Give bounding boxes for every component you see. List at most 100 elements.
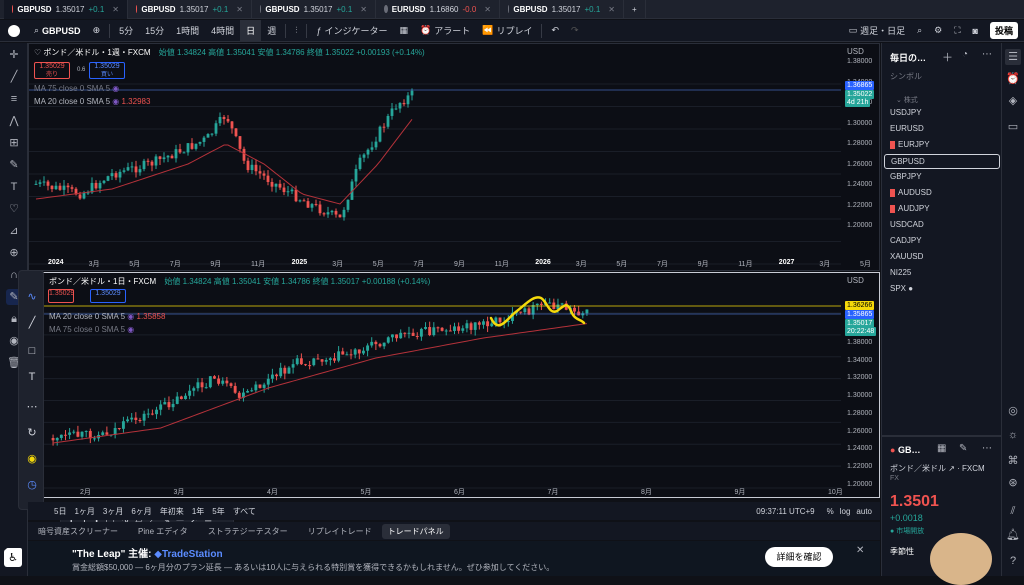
user-avatar[interactable] [0, 20, 28, 42]
buy-button-daily[interactable]: 1.35029 [90, 289, 126, 303]
fib-icon[interactable]: ≡ [6, 91, 22, 107]
new-tab-button[interactable]: + [624, 0, 646, 19]
interval-button[interactable]: 週 [261, 20, 282, 42]
alert-icon[interactable]: ⏰ [1005, 71, 1021, 87]
watchlist-item[interactable]: AUDUSD [890, 188, 932, 197]
range-button[interactable]: 年初来 [160, 506, 184, 517]
redo-button[interactable]: ↷ [565, 20, 585, 42]
watchlist-item[interactable]: CADJPY [890, 236, 922, 245]
watchlist-icon[interactable]: ☰ [1005, 49, 1021, 65]
close-icon[interactable]: ✕ [608, 5, 615, 14]
timer-icon[interactable]: ◷ [24, 477, 40, 493]
symbol-tab[interactable]: GBPUSD 1.35017 +0.1 ✕ [128, 0, 252, 19]
replay-button[interactable]: ⏪ リプレイ [476, 20, 538, 42]
buy-button-weekly[interactable]: 1.35029 買い [89, 62, 125, 79]
watchlist-item[interactable]: XAUUSD [890, 252, 923, 261]
chart-type-button[interactable]: ⫶ [289, 20, 303, 42]
heart-icon[interactable]: ♡ [6, 201, 22, 217]
color-icon[interactable]: ◉ [24, 451, 40, 467]
alert-button[interactable]: ⏰ アラート [414, 20, 476, 42]
accessibility-icon[interactable]: ♿︎ [4, 549, 22, 567]
fullscreen-button[interactable]: ⛶ [948, 20, 966, 42]
symbol-column-header[interactable]: シンボル [890, 71, 922, 82]
symbol-search[interactable]: ⌕ GBPUSD [28, 20, 87, 42]
close-icon[interactable]: ✕ [484, 5, 491, 14]
watchlist-item[interactable]: SPX ● [890, 284, 913, 293]
templates-button[interactable]: ▦ [394, 20, 415, 42]
brush-icon[interactable]: ✎ [6, 157, 22, 173]
bottom-tab[interactable]: トレードパネル [381, 523, 450, 539]
target-icon[interactable]: ◎ [1005, 403, 1021, 419]
watchlist-item[interactable]: EURUSD [890, 124, 924, 133]
heart-icon[interactable]: ♡ [34, 48, 41, 57]
grid-icon[interactable]: ▦ [937, 443, 946, 454]
log-toggle[interactable]: log [840, 507, 851, 516]
rectangle-icon[interactable]: □ [24, 343, 40, 359]
detail-symbol[interactable]: GB… [898, 445, 921, 455]
watchlist-item[interactable]: EURJPY [890, 140, 930, 149]
watchlist-item[interactable]: GBPJPY [890, 172, 922, 181]
close-icon[interactable]: ✕ [856, 545, 864, 556]
currency-label[interactable]: USD [847, 276, 864, 285]
pattern-icon[interactable]: ⋀ [6, 113, 22, 129]
projection-icon[interactable]: ⊞ [6, 135, 22, 151]
bottom-tab[interactable]: Pine エディタ [128, 526, 198, 537]
chat-icon[interactable]: ▭ [1005, 119, 1021, 135]
bottom-tab[interactable]: 暗号資産スクリーナー [28, 526, 128, 537]
indicators-button[interactable]: ƒ インジケーター [310, 20, 393, 42]
auto-toggle[interactable]: auto [856, 507, 872, 516]
close-icon[interactable]: ✕ [236, 5, 243, 14]
close-icon[interactable]: ✕ [112, 5, 119, 14]
range-button[interactable]: 3ヶ月 [103, 506, 123, 517]
ruler-icon[interactable]: ⊿ [6, 223, 22, 239]
sell-button-daily[interactable]: 1.35029 [48, 289, 74, 303]
range-button[interactable]: 5日 [54, 506, 66, 517]
settings-button[interactable]: ⚙ [928, 20, 948, 42]
brush-icon[interactable]: ∿ [24, 289, 40, 305]
watchlist-item[interactable]: USDCAD [890, 220, 924, 229]
snapshot-button[interactable]: ◙ [967, 20, 984, 42]
more-icon[interactable]: ⋯ [982, 443, 992, 454]
currency-label[interactable]: USD [847, 47, 864, 56]
symbol-tab[interactable]: GBPUSD 1.35017 +0.1 ✕ [500, 0, 624, 19]
trendline-icon[interactable]: ╱ [6, 69, 22, 85]
ideas-icon[interactable]: ☼ [1005, 427, 1021, 443]
pie-icon[interactable]: ◔ [962, 49, 968, 60]
bottom-tab[interactable]: ストラテジーテスター [198, 526, 298, 537]
crosshair-icon[interactable]: ✛ [6, 47, 22, 63]
percent-toggle[interactable]: % [827, 507, 834, 516]
symbol-tab[interactable]: GBPUSD 1.35017 +0.1 ✕ [4, 0, 128, 19]
notification-icon[interactable]: 🔔︎ [1005, 527, 1021, 543]
layers-icon[interactable]: ◈ [1005, 93, 1021, 109]
undo-button[interactable]: ↶ [545, 20, 565, 42]
edit-icon[interactable]: ✎ [959, 443, 967, 454]
watchlist-item[interactable]: GBPUSD [884, 154, 1000, 169]
freehand-pattern-drawing[interactable] [489, 296, 586, 327]
help-icon[interactable]: ? [1005, 553, 1021, 569]
text-icon[interactable]: T [24, 369, 40, 385]
symbol-tab[interactable]: GBPUSD 1.35017 +0.1 ✕ [252, 0, 376, 19]
more-icon[interactable]: ⋯ [982, 49, 992, 60]
sell-button-weekly[interactable]: 1.35029 売り [34, 62, 70, 79]
news-icon[interactable]: ⊛ [1005, 475, 1021, 491]
watchlist-title[interactable]: 毎日の… [890, 51, 926, 64]
range-button[interactable]: 1年 [192, 506, 204, 517]
watchlist-item[interactable]: AUDJPY [890, 204, 930, 213]
range-button[interactable]: 5年 [212, 506, 224, 517]
range-button[interactable]: 6ヶ月 [131, 506, 151, 517]
search-button[interactable]: ⌕ [911, 20, 928, 42]
interval-button[interactable]: 日 [240, 19, 262, 42]
symbol-tab[interactable]: EURUSD 1.16860 -0.0 ✕ [376, 0, 500, 19]
weekly-chart-pane[interactable] [28, 43, 880, 271]
interval-button[interactable]: 5分 [113, 20, 139, 42]
zoom-icon[interactable]: ⊕ [6, 245, 22, 261]
compare-button[interactable]: ⊕ [87, 20, 107, 42]
clock-label[interactable]: 09:37:11 UTC+9 [756, 507, 814, 516]
path-icon[interactable]: ⋯ [24, 399, 40, 415]
chart-icon[interactable]: ⫽ [1005, 503, 1021, 519]
range-button[interactable]: 1ヶ月 [74, 506, 94, 517]
watchlist-item[interactable]: USDJPY [890, 108, 922, 117]
line-icon[interactable]: ╱ [24, 315, 40, 331]
ad-cta-button[interactable]: 詳細を確認 [765, 547, 833, 567]
close-icon[interactable]: ✕ [360, 5, 367, 14]
